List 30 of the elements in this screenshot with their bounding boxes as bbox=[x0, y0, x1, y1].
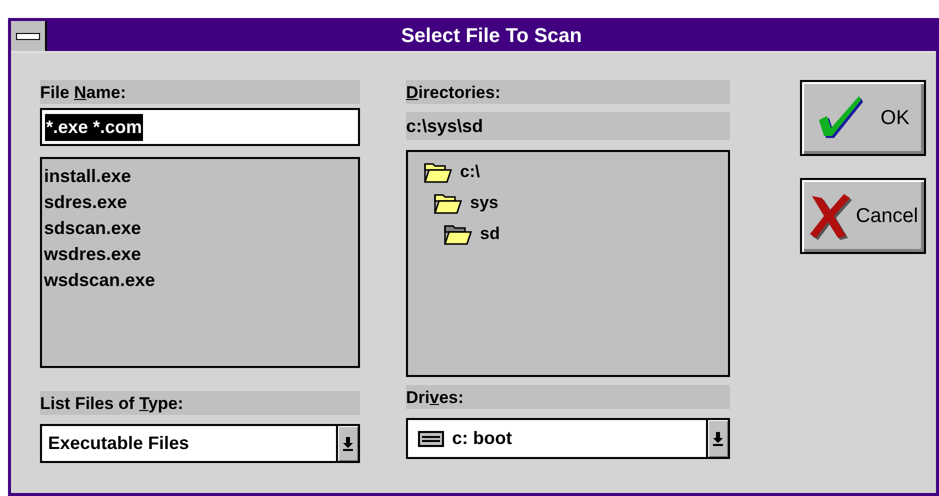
dropdown-button[interactable] bbox=[336, 426, 358, 461]
x-mark-icon bbox=[808, 192, 852, 240]
down-arrow-icon bbox=[713, 432, 723, 446]
open-folder-icon bbox=[444, 222, 472, 244]
drive-icon bbox=[418, 430, 444, 446]
cancel-button[interactable]: Cancel bbox=[800, 178, 926, 254]
file-name-label: File Name: bbox=[40, 84, 126, 100]
ok-button[interactable]: OK bbox=[800, 80, 926, 156]
drives-label: Drives: bbox=[406, 388, 464, 406]
file-type-label: List Files of Type: bbox=[40, 394, 184, 412]
directory-item[interactable]: c:\ bbox=[460, 158, 480, 184]
current-path: c:\sys\sd bbox=[406, 114, 484, 138]
file-type-dropdown[interactable]: Executable Files bbox=[40, 424, 360, 463]
window-title: Select File To Scan bbox=[401, 24, 582, 49]
file-name-field[interactable]: *.exe *.com bbox=[40, 108, 360, 146]
file-item[interactable]: sdscan.exe bbox=[44, 215, 142, 241]
file-item[interactable]: wsdres.exe bbox=[44, 241, 142, 267]
dropdown-button[interactable] bbox=[706, 420, 728, 457]
directories-label: Directories: bbox=[406, 84, 500, 100]
file-item[interactable]: install.exe bbox=[44, 163, 132, 189]
directory-item[interactable]: sd bbox=[480, 220, 500, 246]
file-item[interactable]: wsdscan.exe bbox=[44, 267, 156, 293]
directory-item[interactable]: sys bbox=[470, 190, 498, 216]
drives-dropdown[interactable]: c: boot bbox=[406, 418, 730, 459]
minus-icon bbox=[16, 32, 40, 40]
system-menu-button[interactable] bbox=[11, 21, 47, 51]
file-item[interactable]: sdres.exe bbox=[44, 189, 128, 215]
folder-icon bbox=[434, 192, 462, 214]
down-arrow-icon bbox=[343, 436, 353, 450]
folder-icon bbox=[424, 160, 452, 182]
